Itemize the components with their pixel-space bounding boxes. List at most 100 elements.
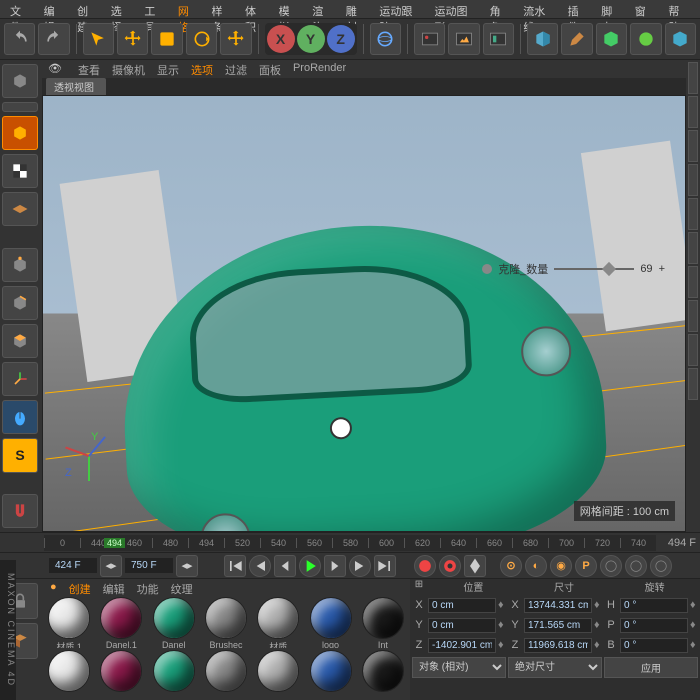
menu-网格[interactable]: 网格 [172,2,206,16]
menu-运动跟踪[interactable]: 运动跟踪 [373,2,428,16]
menu-编辑[interactable]: 编辑 [38,2,72,16]
material-tab[interactable]: 纹理 [171,581,193,593]
prev-frame-button[interactable] [274,555,296,577]
scale-tool[interactable] [151,23,182,55]
menu-创建[interactable]: 创建 [71,2,105,16]
render-settings-button[interactable] [483,23,514,55]
menu-模拟[interactable]: 模拟 [273,2,307,16]
material-item[interactable] [149,650,199,699]
redo-button[interactable] [38,23,69,55]
undo-button[interactable] [4,23,35,55]
texture-mode-button[interactable] [2,154,38,188]
polygon-mode-button[interactable] [2,324,38,358]
material-item[interactable]: 材质 [253,597,303,648]
pos-X-field[interactable] [428,598,496,613]
view-menu-ProRender[interactable]: ProRender [293,62,346,76]
key-param-button[interactable]: P [575,555,597,577]
material-item[interactable] [44,650,94,699]
menu-运动图形[interactable]: 运动图形 [429,2,484,16]
apply-button[interactable]: 应用 [604,657,698,678]
spin-icon[interactable]: ◂▸ [100,555,122,577]
view-menu-摄像机[interactable]: 摄像机 [112,62,145,76]
record-button[interactable] [414,555,436,577]
view-menu-过滤[interactable]: 过滤 [225,62,247,76]
coord-system-button[interactable] [370,23,401,55]
render-picture-button[interactable] [448,23,479,55]
deformer-button[interactable] [630,23,661,55]
material-item[interactable] [96,650,146,699]
axis-button[interactable] [2,362,38,396]
material-item[interactable] [305,650,355,699]
material-item[interactable]: Danel [149,597,199,648]
pos-Y-field[interactable] [428,618,496,633]
workplane-button[interactable] [2,192,38,226]
menu-选择[interactable]: 选择 [105,2,139,16]
material-tab[interactable]: 功能 [137,581,159,593]
axis-z-toggle[interactable]: Z [327,25,355,53]
material-item[interactable]: 材质.1 [44,597,94,648]
pos-Z-field[interactable] [428,638,496,653]
material-item[interactable] [201,650,251,699]
next-key-button[interactable] [349,555,371,577]
size-Y-field[interactable] [524,618,592,633]
size-Z-field[interactable] [524,638,592,653]
menu-工具[interactable]: 工具 [138,2,172,16]
right-tool[interactable] [688,62,698,94]
menu-窗口[interactable]: 窗口 [629,2,663,16]
autokey-button[interactable] [439,555,461,577]
viewport-tweak-button[interactable] [2,400,38,434]
size-X-field[interactable] [524,598,592,613]
magnet-button[interactable] [2,494,38,528]
coord-mode-select[interactable]: 对象 (相对) [412,657,506,678]
menu-流水线[interactable]: 流水线 [517,2,561,16]
axis-y-toggle[interactable]: Y [297,25,325,53]
menu-雕刻[interactable]: 雕刻 [340,2,374,16]
render-view-button[interactable] [414,23,445,55]
menu-脚本[interactable]: 脚本 [595,2,629,16]
rot-Z-field[interactable] [620,638,688,653]
go-start-button[interactable] [224,555,246,577]
material-item[interactable] [253,650,303,699]
view-menu-显示[interactable]: 显示 [157,62,179,76]
spline-pen-button[interactable] [561,23,592,55]
timeline-current-frame[interactable]: 494 [104,538,125,548]
key-scale-button[interactable]: ◐ [525,555,547,577]
snap-toggle-button[interactable]: S [2,438,38,472]
view-menu-选项[interactable]: 选项 [191,62,213,76]
recent-tool[interactable] [220,23,251,55]
rot-X-field[interactable] [620,598,688,613]
key-pla-button[interactable]: ◯ [600,555,622,577]
primitive-cube-button[interactable] [527,23,558,55]
key-rot-button[interactable]: ◉ [550,555,572,577]
move-tool[interactable] [117,23,148,55]
keyframe-sel-button[interactable] [464,555,486,577]
edge-mode-button[interactable] [2,286,38,320]
menu-角色[interactable]: 角色 [484,2,518,16]
menu-体积[interactable]: 体积 [239,2,273,16]
view-menu-查看[interactable]: 查看 [78,62,100,76]
select-tool[interactable] [83,23,114,55]
prev-key-button[interactable] [249,555,271,577]
next-frame-button[interactable] [324,555,346,577]
menu-插件[interactable]: 插件 [562,2,596,16]
material-tab[interactable]: 编辑 [103,581,125,593]
viewport-tab[interactable]: 透视视图 [46,78,106,95]
size-mode-select[interactable]: 绝对尺寸 [508,657,602,678]
generator-button[interactable] [596,23,627,55]
menu-渲染[interactable]: 渲染 [306,2,340,16]
material-item[interactable]: logo [305,597,355,648]
menu-样条[interactable]: 样条 [205,2,239,16]
go-end-button[interactable] [374,555,396,577]
timeline-ruler[interactable]: 494 044046048049452054056058060062064066… [0,532,700,552]
play-button[interactable] [299,555,321,577]
model-mode-button[interactable] [2,116,38,150]
material-tab[interactable]: 创建 [69,581,91,593]
axis-x-toggle[interactable]: X [267,25,295,53]
material-item[interactable] [358,650,408,699]
viewport-3d[interactable]: 克隆_数量 69 + Y Z 网格间距 : 100 cm [42,95,686,532]
make-editable-button[interactable] [2,64,38,98]
point-mode-button[interactable] [2,248,38,282]
start-frame-field[interactable]: 424 F [49,558,97,573]
material-item[interactable]: Brushec [201,597,251,648]
key-opt2-button[interactable]: ◯ [650,555,672,577]
